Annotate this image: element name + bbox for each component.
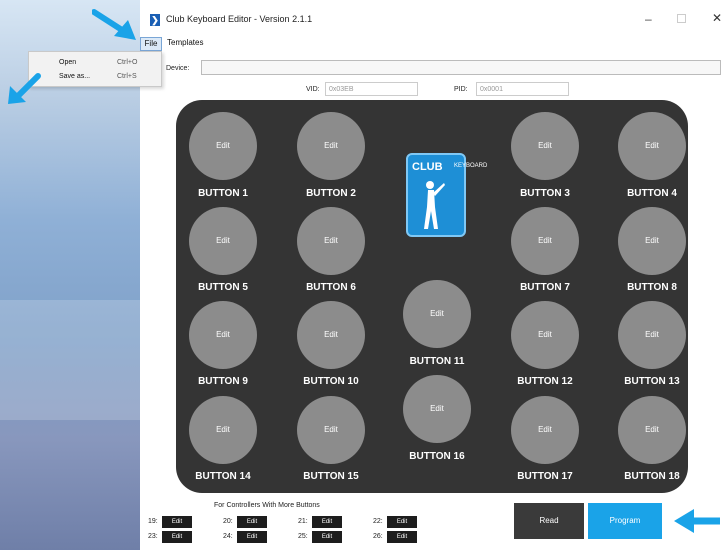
keyboard-panel: Edit BUTTON 1 Edit BUTTON 2 Edit BUTTON … bbox=[176, 100, 688, 493]
edit-button-4[interactable]: Edit bbox=[618, 112, 686, 180]
edit-button-10[interactable]: Edit bbox=[297, 301, 365, 369]
extra-number: 25: bbox=[298, 533, 308, 540]
extra-number: 20: bbox=[223, 518, 233, 525]
extra-button-19: 19: Edit bbox=[148, 516, 194, 528]
edit-button-17[interactable]: Edit bbox=[511, 396, 579, 464]
extra-number: 26: bbox=[373, 533, 383, 540]
button-label-10: BUTTON 10 bbox=[303, 376, 359, 387]
menu-item-shortcut: Ctrl+S bbox=[117, 73, 137, 80]
minimize-button[interactable]: – bbox=[645, 12, 652, 26]
extra-edit-button[interactable]: Edit bbox=[162, 531, 192, 543]
extra-edit-button[interactable]: Edit bbox=[237, 531, 267, 543]
edit-button-8[interactable]: Edit bbox=[618, 207, 686, 275]
pid-label: PID: bbox=[454, 86, 468, 93]
app-window: ❯ Club Keyboard Editor - Version 2.1.1 –… bbox=[140, 0, 726, 550]
club-keyboard-logo: CLUB KEYBOARD bbox=[406, 153, 488, 237]
extra-number: 19: bbox=[148, 518, 158, 525]
edit-button-13[interactable]: Edit bbox=[618, 301, 686, 369]
menu-templates[interactable]: Templates bbox=[167, 38, 203, 47]
extra-button-24: 24: Edit bbox=[223, 531, 269, 543]
extra-number: 22: bbox=[373, 518, 383, 525]
extra-button-21: 21: Edit bbox=[298, 516, 344, 528]
edit-button-16[interactable]: Edit bbox=[403, 375, 471, 443]
menu-item-open[interactable]: Open Ctrl+O bbox=[29, 56, 161, 70]
maximize-button[interactable] bbox=[677, 14, 686, 23]
menu-item-label: Open bbox=[59, 59, 77, 66]
edit-button-12[interactable]: Edit bbox=[511, 301, 579, 369]
button-label-14: BUTTON 14 bbox=[195, 471, 251, 482]
vid-field[interactable]: 0x03EB bbox=[325, 82, 418, 96]
extra-edit-button[interactable]: Edit bbox=[237, 516, 267, 528]
more-buttons-title: For Controllers With More Buttons bbox=[214, 502, 320, 509]
edit-button-1[interactable]: Edit bbox=[189, 112, 257, 180]
edit-button-18[interactable]: Edit bbox=[618, 396, 686, 464]
extra-edit-button[interactable]: Edit bbox=[312, 516, 342, 528]
vid-label: VID: bbox=[306, 86, 320, 93]
read-button[interactable]: Read bbox=[514, 503, 584, 539]
title-bar: ❯ Club Keyboard Editor - Version 2.1.1 –… bbox=[140, 0, 726, 36]
extra-edit-button[interactable]: Edit bbox=[162, 516, 192, 528]
menu-file[interactable]: File bbox=[140, 37, 162, 51]
extra-edit-button[interactable]: Edit bbox=[387, 531, 417, 543]
button-label-11: BUTTON 11 bbox=[409, 356, 465, 367]
extra-number: 21: bbox=[298, 518, 308, 525]
edit-button-11[interactable]: Edit bbox=[403, 280, 471, 348]
edit-button-15[interactable]: Edit bbox=[297, 396, 365, 464]
button-label-1: BUTTON 1 bbox=[198, 188, 248, 199]
button-label-18: BUTTON 18 bbox=[624, 471, 680, 482]
logo-club-text: CLUB bbox=[412, 161, 443, 173]
pid-field[interactable]: 0x0001 bbox=[476, 82, 569, 96]
file-menu-dropdown: Open Ctrl+O Save as... Ctrl+S bbox=[28, 51, 162, 87]
button-label-15: BUTTON 15 bbox=[303, 471, 359, 482]
menu-item-label: Save as... bbox=[59, 73, 91, 80]
extra-button-26: 26: Edit bbox=[373, 531, 419, 543]
extra-number: 24: bbox=[223, 533, 233, 540]
button-label-17: BUTTON 17 bbox=[517, 471, 573, 482]
button-label-9: BUTTON 9 bbox=[198, 376, 248, 387]
button-label-5: BUTTON 5 bbox=[198, 282, 248, 293]
menu-item-shortcut: Ctrl+O bbox=[117, 59, 138, 66]
arrow-to-save-as-icon bbox=[8, 73, 41, 104]
button-label-12: BUTTON 12 bbox=[517, 376, 573, 387]
button-label-8: BUTTON 8 bbox=[627, 282, 677, 293]
device-label: Device: bbox=[166, 65, 190, 72]
edit-button-5[interactable]: Edit bbox=[189, 207, 257, 275]
button-label-3: BUTTON 3 bbox=[520, 188, 570, 199]
arrow-to-program-icon bbox=[674, 509, 720, 533]
button-label-4: BUTTON 4 bbox=[627, 188, 677, 199]
edit-button-2[interactable]: Edit bbox=[297, 112, 365, 180]
app-icon: ❯ bbox=[150, 14, 160, 26]
golfer-icon bbox=[424, 181, 445, 229]
menu-bar: File Templates bbox=[140, 37, 726, 51]
device-field[interactable] bbox=[201, 60, 721, 75]
extra-button-23: 23: Edit bbox=[148, 531, 194, 543]
button-label-13: BUTTON 13 bbox=[624, 376, 680, 387]
button-label-6: BUTTON 6 bbox=[306, 282, 356, 293]
menu-item-save-as[interactable]: Save as... Ctrl+S bbox=[29, 70, 161, 84]
button-label-7: BUTTON 7 bbox=[520, 282, 570, 293]
extra-button-25: 25: Edit bbox=[298, 531, 344, 543]
edit-button-9[interactable]: Edit bbox=[189, 301, 257, 369]
extra-edit-button[interactable]: Edit bbox=[387, 516, 417, 528]
extra-edit-button[interactable]: Edit bbox=[312, 531, 342, 543]
arrow-to-file-icon bbox=[92, 9, 136, 40]
edit-button-7[interactable]: Edit bbox=[511, 207, 579, 275]
button-label-16: BUTTON 16 bbox=[409, 451, 465, 462]
button-label-2: BUTTON 2 bbox=[306, 188, 356, 199]
extra-button-22: 22: Edit bbox=[373, 516, 419, 528]
close-button[interactable]: ✕ bbox=[712, 11, 722, 25]
edit-button-14[interactable]: Edit bbox=[189, 396, 257, 464]
desktop-cloud bbox=[0, 300, 140, 420]
extra-button-20: 20: Edit bbox=[223, 516, 269, 528]
program-button[interactable]: Program bbox=[588, 503, 662, 539]
extra-number: 23: bbox=[148, 533, 158, 540]
window-title: Club Keyboard Editor - Version 2.1.1 bbox=[166, 14, 313, 24]
edit-button-6[interactable]: Edit bbox=[297, 207, 365, 275]
edit-button-3[interactable]: Edit bbox=[511, 112, 579, 180]
logo-keyboard-text: KEYBOARD bbox=[454, 163, 488, 169]
